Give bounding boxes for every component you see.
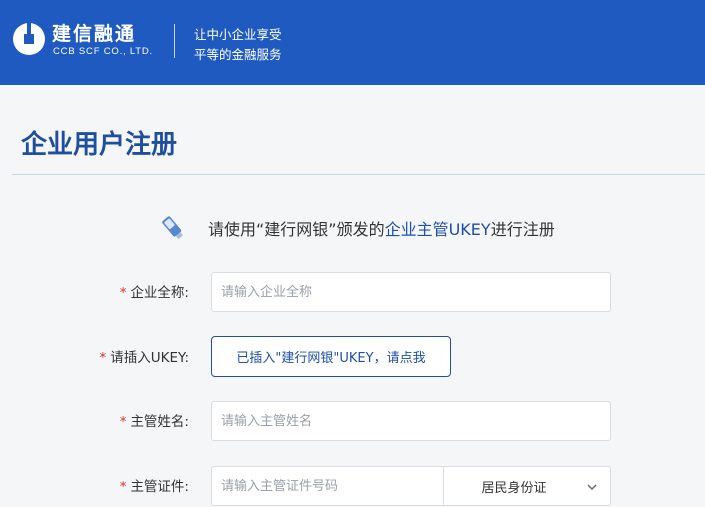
top-header: 建信融通 CCB SCF CO., LTD. 让中小企业享受 平等的金融服务: [0, 0, 705, 85]
manager-name-input[interactable]: [212, 402, 610, 440]
required-mark: *: [99, 350, 107, 366]
manager-name-field[interactable]: [211, 401, 611, 441]
manager-id-field: 居民身份证: [211, 466, 611, 506]
ukey-detected-button[interactable]: 已插入"建行网银"UKEY，请点我: [211, 336, 451, 377]
chevron-down-icon: [587, 484, 597, 490]
required-mark: *: [119, 414, 127, 430]
page-title: 企业用户注册: [21, 130, 178, 160]
id-type-select[interactable]: 居民身份证: [444, 467, 610, 505]
ukey-notice: 请使用“建行网银”颁发的企业主管UKEY进行注册: [208, 216, 555, 240]
brand-name: 建信融通: [52, 23, 137, 45]
slogan-line-2: 平等的金融服务: [194, 47, 282, 62]
usb-key-icon: [162, 216, 184, 240]
title-divider: [12, 174, 705, 175]
slogan-line-1: 让中小企业享受: [194, 27, 282, 42]
company-name-input[interactable]: [212, 273, 610, 311]
brand-name-english: CCB SCF CO., LTD.: [53, 46, 153, 57]
notice-highlight: 企业主管UKEY: [384, 220, 491, 239]
required-mark: *: [119, 285, 127, 301]
manager-id-label: * 主管证件:: [119, 479, 189, 495]
id-type-value: 居民身份证: [481, 480, 547, 496]
manager-id-input[interactable]: [212, 467, 444, 505]
ukey-label: * 请插入UKEY:: [99, 350, 189, 366]
notice-suffix: 进行注册: [490, 220, 555, 239]
ccb-logo-icon: [13, 22, 45, 55]
header-divider: [174, 24, 175, 58]
manager-name-label: * 主管姓名:: [119, 414, 189, 430]
company-name-label: * 企业全称:: [119, 285, 189, 301]
notice-prefix: 请使用“建行网银”颁发的: [208, 220, 385, 239]
company-name-field[interactable]: [211, 272, 611, 312]
required-mark: *: [119, 479, 127, 495]
